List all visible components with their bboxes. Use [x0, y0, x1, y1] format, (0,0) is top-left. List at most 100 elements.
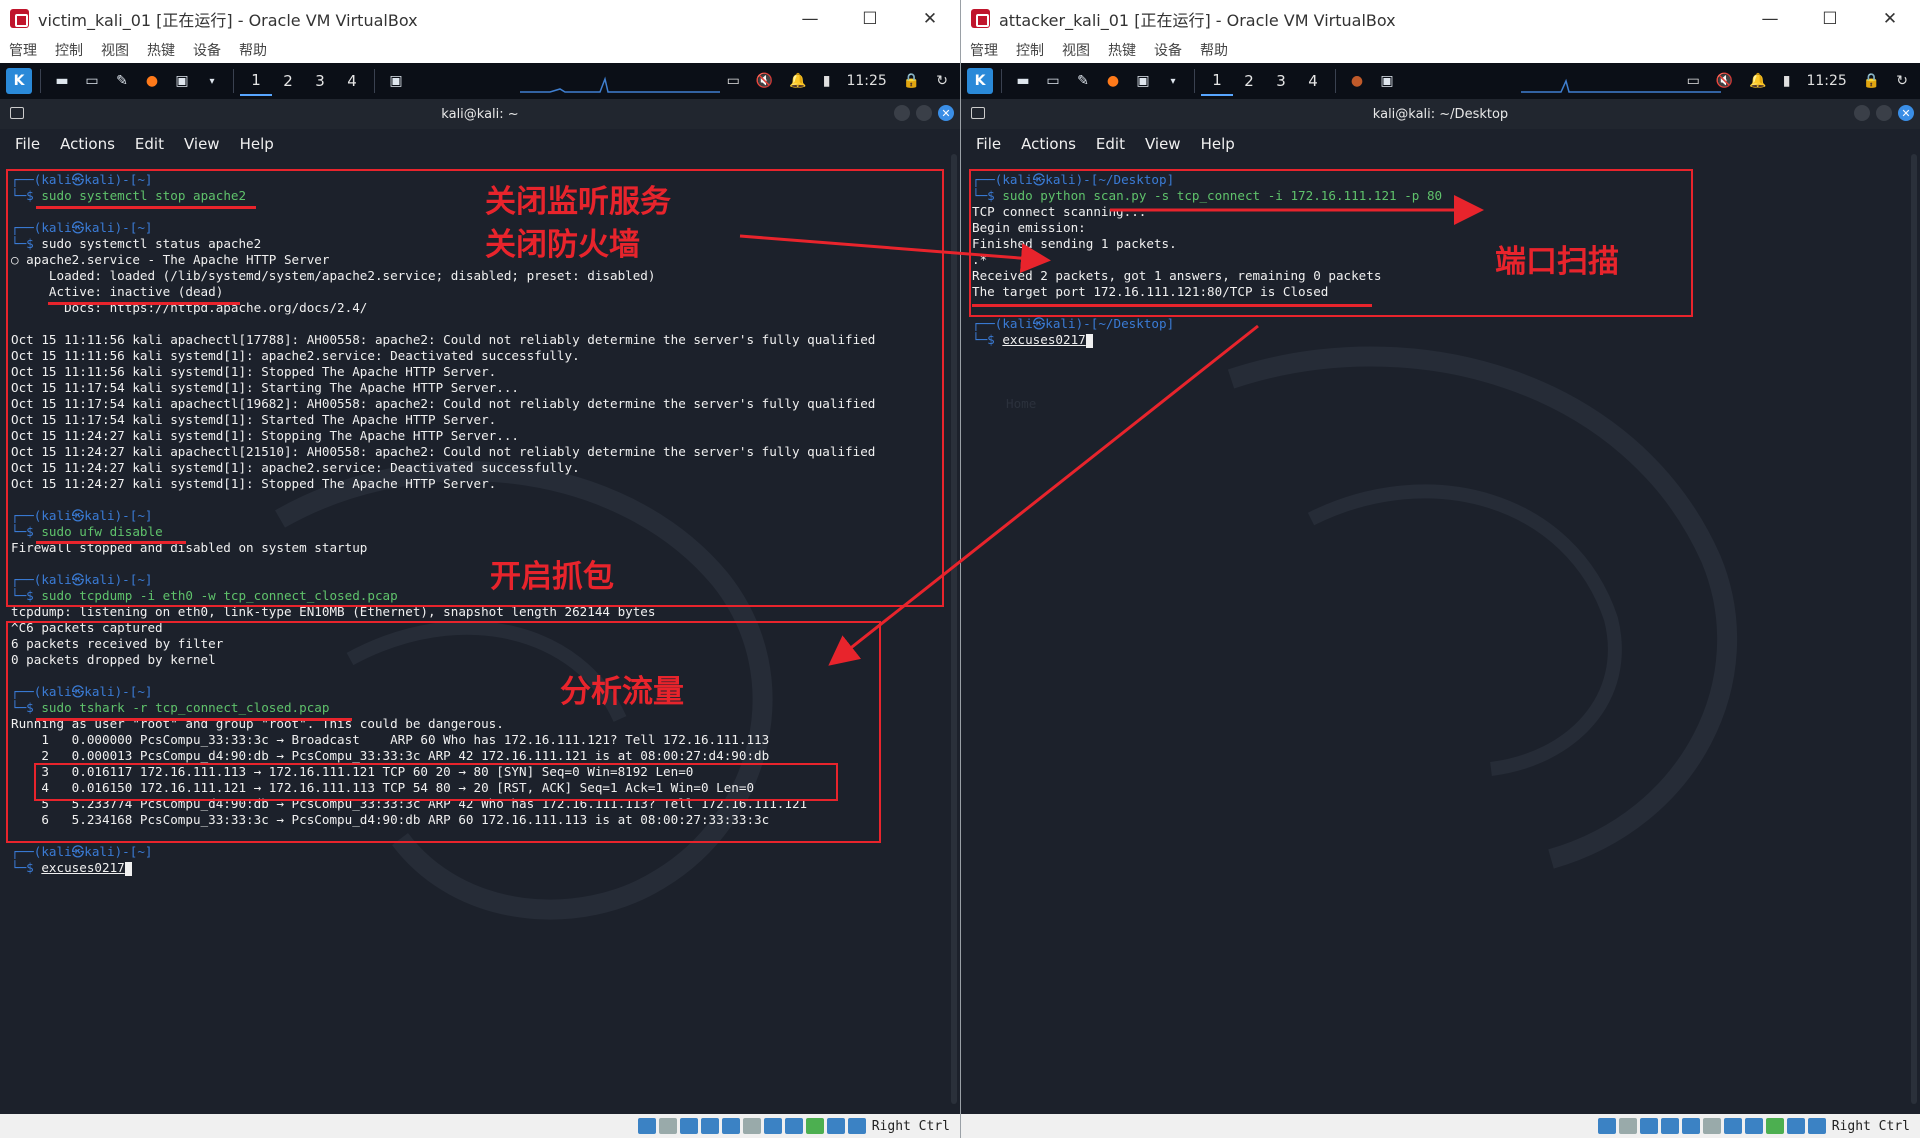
menu-devices[interactable]: 设备: [193, 40, 221, 60]
shared-folder-icon[interactable]: [1702, 1118, 1721, 1134]
title-bar[interactable]: attacker_kali_01 [正在运行] - Oracle VM Virt…: [961, 0, 1920, 37]
audio-icon[interactable]: [1639, 1118, 1658, 1134]
terminal-icon[interactable]: ▣: [1130, 68, 1156, 94]
text-editor-icon[interactable]: ✎: [109, 68, 135, 94]
optical-icon[interactable]: [1618, 1118, 1637, 1134]
workspace-3[interactable]: 3: [304, 66, 336, 96]
terminal-menu-view[interactable]: View: [184, 135, 220, 153]
folder-icon[interactable]: ▭: [1040, 68, 1066, 94]
lock-icon[interactable]: 🔒: [1863, 73, 1880, 89]
menu-control[interactable]: 控制: [55, 40, 83, 60]
battery-icon[interactable]: ▮: [823, 73, 831, 89]
lock-icon[interactable]: 🔒: [903, 73, 920, 89]
workspace-2[interactable]: 2: [1233, 66, 1265, 96]
menu-help[interactable]: 帮助: [239, 40, 267, 60]
maximize-icon[interactable]: ☐: [1800, 0, 1860, 37]
workspace-4[interactable]: 4: [336, 66, 368, 96]
optical-icon[interactable]: [658, 1118, 677, 1134]
title-bar[interactable]: victim_kali_01 [正在运行] - Oracle VM Virtua…: [0, 0, 960, 37]
terminal-scrollbar[interactable]: [1911, 154, 1917, 1104]
mute-icon[interactable]: 🔇: [1716, 73, 1733, 89]
text-editor-icon[interactable]: ✎: [1070, 68, 1096, 94]
display-status-icon[interactable]: [763, 1118, 782, 1134]
recording-icon[interactable]: [1744, 1118, 1763, 1134]
kali-menu-icon[interactable]: K: [967, 68, 993, 94]
terminal-menu-file[interactable]: File: [976, 135, 1001, 153]
workspace-4[interactable]: 4: [1297, 66, 1329, 96]
menu-view[interactable]: 视图: [1062, 40, 1090, 60]
battery-icon[interactable]: ▮: [1783, 73, 1791, 89]
menu-hotkey[interactable]: 热键: [147, 40, 175, 60]
cpu-status-icon[interactable]: [805, 1118, 824, 1134]
bell-icon[interactable]: 🔔: [1749, 73, 1766, 89]
terminal-maximize-icon[interactable]: [1876, 105, 1892, 121]
terminal-minimize-icon[interactable]: [1854, 105, 1870, 121]
terminal-titlebar[interactable]: kali@kali: ~ ✕: [0, 99, 960, 129]
desktop-icon[interactable]: ▬: [49, 68, 75, 94]
terminal-menu-actions[interactable]: Actions: [1021, 135, 1076, 153]
mouse-integration-icon[interactable]: [1786, 1118, 1805, 1134]
folder-icon[interactable]: ▭: [79, 68, 105, 94]
chevron-down-icon[interactable]: ▾: [1160, 68, 1186, 94]
display-icon[interactable]: ▭: [1687, 73, 1700, 89]
menu-control[interactable]: 控制: [1016, 40, 1044, 60]
cpu-status-icon[interactable]: [1765, 1118, 1784, 1134]
workspace-1[interactable]: 1: [1201, 66, 1233, 96]
terminal-menu-edit[interactable]: Edit: [1096, 135, 1125, 153]
menu-manage[interactable]: 管理: [970, 40, 998, 60]
firefox-icon[interactable]: ●: [139, 68, 165, 94]
bell-icon[interactable]: 🔔: [789, 73, 806, 89]
recording-icon[interactable]: [784, 1118, 803, 1134]
menu-manage[interactable]: 管理: [9, 40, 37, 60]
terminal-menu-actions[interactable]: Actions: [60, 135, 115, 153]
input-line[interactable]: └─$ excuses0217: [11, 860, 132, 876]
input-line[interactable]: └─$ excuses0217: [972, 332, 1093, 348]
terminal-menu-help[interactable]: Help: [1201, 135, 1235, 153]
usb-icon[interactable]: [1681, 1118, 1700, 1134]
terminal-titlebar[interactable]: kali@kali: ~/Desktop ✕: [961, 99, 1920, 129]
display-status-icon[interactable]: [1723, 1118, 1742, 1134]
shared-folder-icon[interactable]: [742, 1118, 761, 1134]
mute-icon[interactable]: 🔇: [756, 73, 773, 89]
desktop-icon[interactable]: ▬: [1010, 68, 1036, 94]
mouse-integration-icon[interactable]: [826, 1118, 845, 1134]
maximize-icon[interactable]: ☐: [840, 0, 900, 37]
terminal-scrollbar[interactable]: [951, 154, 957, 1104]
close-icon[interactable]: ✕: [1860, 0, 1920, 37]
terminal-menu-view[interactable]: View: [1145, 135, 1181, 153]
kali-menu-icon[interactable]: K: [6, 68, 32, 94]
terminal-task-icon[interactable]: ▣: [383, 68, 409, 94]
terminal-menu-help[interactable]: Help: [240, 135, 274, 153]
keyboard-icon[interactable]: [1807, 1118, 1826, 1134]
refresh-icon[interactable]: ↻: [936, 73, 948, 89]
chevron-down-icon[interactable]: ▾: [199, 68, 225, 94]
terminal-menu-file[interactable]: File: [15, 135, 40, 153]
workspace-3[interactable]: 3: [1265, 66, 1297, 96]
minimize-icon[interactable]: —: [1740, 0, 1800, 37]
terminal-menu-edit[interactable]: Edit: [135, 135, 164, 153]
terminal-task-icon[interactable]: ▣: [1374, 68, 1400, 94]
menu-view[interactable]: 视图: [101, 40, 129, 60]
firefox-icon[interactable]: ●: [1100, 68, 1126, 94]
usb-icon[interactable]: [721, 1118, 740, 1134]
workspace-2[interactable]: 2: [272, 66, 304, 96]
terminal-minimize-icon[interactable]: [894, 105, 910, 121]
minimize-icon[interactable]: —: [780, 0, 840, 37]
hdd-icon[interactable]: [1597, 1118, 1616, 1134]
terminal-close-icon[interactable]: ✕: [938, 105, 954, 121]
firefox-task-icon[interactable]: ●: [1344, 68, 1370, 94]
display-icon[interactable]: ▭: [727, 73, 740, 89]
terminal-close-icon[interactable]: ✕: [1898, 105, 1914, 121]
terminal-maximize-icon[interactable]: [916, 105, 932, 121]
audio-icon[interactable]: [679, 1118, 698, 1134]
workspace-1[interactable]: 1: [240, 66, 272, 96]
menu-hotkey[interactable]: 热键: [1108, 40, 1136, 60]
close-icon[interactable]: ✕: [900, 0, 960, 37]
menu-help[interactable]: 帮助: [1200, 40, 1228, 60]
keyboard-icon[interactable]: [847, 1118, 866, 1134]
menu-devices[interactable]: 设备: [1154, 40, 1182, 60]
network-icon[interactable]: [700, 1118, 719, 1134]
network-icon[interactable]: [1660, 1118, 1679, 1134]
terminal-icon[interactable]: ▣: [169, 68, 195, 94]
refresh-icon[interactable]: ↻: [1896, 73, 1908, 89]
